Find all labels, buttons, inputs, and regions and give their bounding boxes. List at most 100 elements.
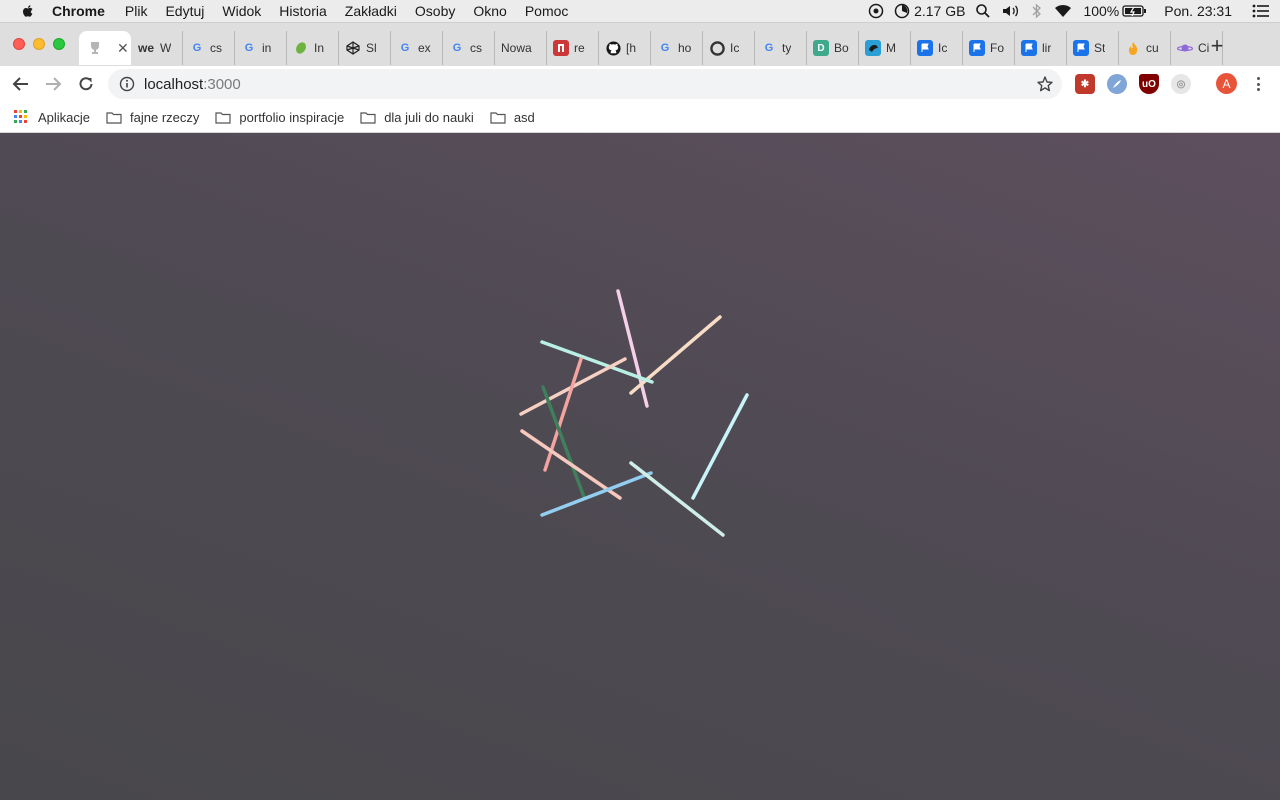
profile-avatar[interactable]: A — [1216, 73, 1237, 94]
flag-icon — [917, 40, 933, 56]
tab-label: ex — [418, 41, 431, 55]
menu-bookmarks[interactable]: Zakładki — [345, 0, 397, 22]
bookmark-apps[interactable]: Aplikacje — [14, 110, 90, 125]
tab-label: In — [314, 41, 325, 55]
folder-icon — [490, 111, 506, 124]
extension-feather-icon[interactable] — [1107, 74, 1127, 94]
line-segment — [691, 393, 749, 500]
tab-close-icon[interactable]: ✕ — [117, 40, 129, 57]
tab[interactable]: Nowa — [495, 31, 547, 65]
tab[interactable]: G ex — [391, 31, 443, 65]
bookmark-folder[interactable]: fajne rzeczy — [106, 110, 199, 125]
tab[interactable]: In — [287, 31, 339, 65]
back-button[interactable] — [9, 72, 33, 96]
tab-label: cs — [470, 41, 482, 55]
new-tab-button[interactable]: + — [1206, 31, 1228, 63]
bookmark-star-icon[interactable] — [1036, 75, 1054, 93]
page-canvas[interactable] — [0, 133, 1280, 800]
url-host: localhost — [144, 75, 204, 93]
line-art — [519, 289, 749, 537]
browser-toolbar: localhost:3000 ✱ uO ◎ A — [0, 66, 1280, 102]
info-icon[interactable] — [119, 76, 135, 92]
google-icon: G — [660, 42, 670, 54]
bookmark-label: Aplikacje — [38, 109, 91, 125]
wifi-icon[interactable] — [1053, 3, 1073, 19]
flag-icon — [1073, 40, 1089, 56]
bookmark-folder[interactable]: dla juli do nauki — [360, 110, 474, 125]
window-minimize-button[interactable] — [33, 38, 45, 50]
tab-strip: ✕ we W G cs G in In Sl G ex G cs Nowa re… — [0, 22, 1280, 66]
extension-puzzle-icon[interactable]: ✱ — [1075, 74, 1095, 94]
tab[interactable]: Fo — [963, 31, 1015, 65]
tab-active[interactable]: ✕ — [79, 31, 131, 65]
bluetooth-icon[interactable] — [1031, 3, 1043, 19]
apps-grid-icon — [14, 110, 27, 123]
d-icon: D — [813, 40, 829, 56]
tab-label: re — [574, 41, 585, 55]
flag-icon — [1021, 40, 1037, 56]
menu-edit[interactable]: Edytuj — [165, 0, 204, 22]
monitor-icon[interactable] — [868, 3, 884, 19]
tab-label: cs — [210, 41, 222, 55]
address-bar[interactable]: localhost:3000 — [108, 69, 1062, 99]
notification-center-icon[interactable] — [1252, 4, 1270, 18]
reload-button[interactable] — [74, 72, 98, 96]
tab[interactable]: G cs — [443, 31, 495, 65]
tab-label: in — [262, 41, 272, 55]
menu-app-name[interactable]: Chrome — [52, 0, 105, 22]
apple-logo-icon[interactable] — [20, 3, 36, 19]
tab[interactable]: Ic — [703, 31, 755, 65]
battery-text: 100% — [1083, 3, 1120, 19]
bookmark-label: asd — [513, 109, 535, 125]
battery-icon — [1122, 5, 1147, 17]
google-icon: G — [400, 42, 410, 54]
window-maximize-button[interactable] — [53, 38, 65, 50]
google-icon: G — [192, 42, 202, 54]
tab[interactable]: Sl — [339, 31, 391, 65]
tab[interactable]: G ho — [651, 31, 703, 65]
tab[interactable]: [h — [599, 31, 651, 65]
tab[interactable]: cu — [1119, 31, 1171, 65]
menu-view[interactable]: Widok — [222, 0, 261, 22]
flag-icon — [969, 40, 985, 56]
chrome-menu-icon[interactable] — [1250, 74, 1266, 94]
extension-circle-icon[interactable]: ◎ — [1171, 74, 1191, 94]
tab[interactable]: Ic — [911, 31, 963, 65]
tab[interactable]: lir — [1015, 31, 1067, 65]
tab[interactable]: G cs — [183, 31, 235, 65]
tab-label: lir — [1042, 41, 1052, 55]
tab-label: [h — [626, 41, 637, 55]
window-close-button[interactable] — [13, 38, 25, 50]
menu-help[interactable]: Pomoc — [525, 0, 569, 22]
bookmark-folder[interactable]: portfolio inspiracje — [215, 110, 344, 125]
battery-status[interactable]: 100% — [1083, 3, 1148, 19]
tab[interactable]: G ty — [755, 31, 807, 65]
tab-list: ✕ we W G cs G in In Sl G ex G cs Nowa re… — [79, 31, 1223, 67]
tab[interactable]: St — [1067, 31, 1119, 65]
tab[interactable]: M — [859, 31, 911, 65]
bird-icon — [865, 40, 881, 56]
bookmark-label: portfolio inspiracje — [239, 109, 345, 125]
memory-text: 2.17 GB — [914, 3, 966, 19]
menu-people[interactable]: Osoby — [415, 0, 455, 22]
tab-label: ty — [782, 41, 792, 55]
bookmark-folder[interactable]: asd — [490, 110, 535, 125]
menu-file[interactable]: Plik — [125, 0, 148, 22]
ublock-origin-icon[interactable]: uO — [1139, 74, 1159, 94]
menu-window[interactable]: Okno — [473, 0, 506, 22]
volume-icon[interactable] — [1001, 3, 1021, 19]
menu-history[interactable]: Historia — [279, 0, 326, 22]
tab[interactable]: re — [547, 31, 599, 65]
fire-icon — [1125, 40, 1141, 56]
tab[interactable]: we W — [131, 31, 183, 65]
memory-status[interactable]: 2.17 GB — [894, 3, 965, 19]
tab[interactable]: G in — [235, 31, 287, 65]
bookmark-label: dla juli do nauki — [384, 109, 474, 125]
forward-button[interactable] — [41, 72, 65, 96]
planet-icon — [1177, 40, 1193, 56]
spotlight-search-icon[interactable] — [975, 3, 991, 19]
macos-menu-bar: Chrome Plik Edytuj Widok Historia Zakład… — [0, 0, 1280, 22]
tab[interactable]: D Bo — [807, 31, 859, 65]
clock[interactable]: Pon. 23:31 — [1164, 3, 1232, 19]
tab-label: W — [160, 41, 172, 55]
